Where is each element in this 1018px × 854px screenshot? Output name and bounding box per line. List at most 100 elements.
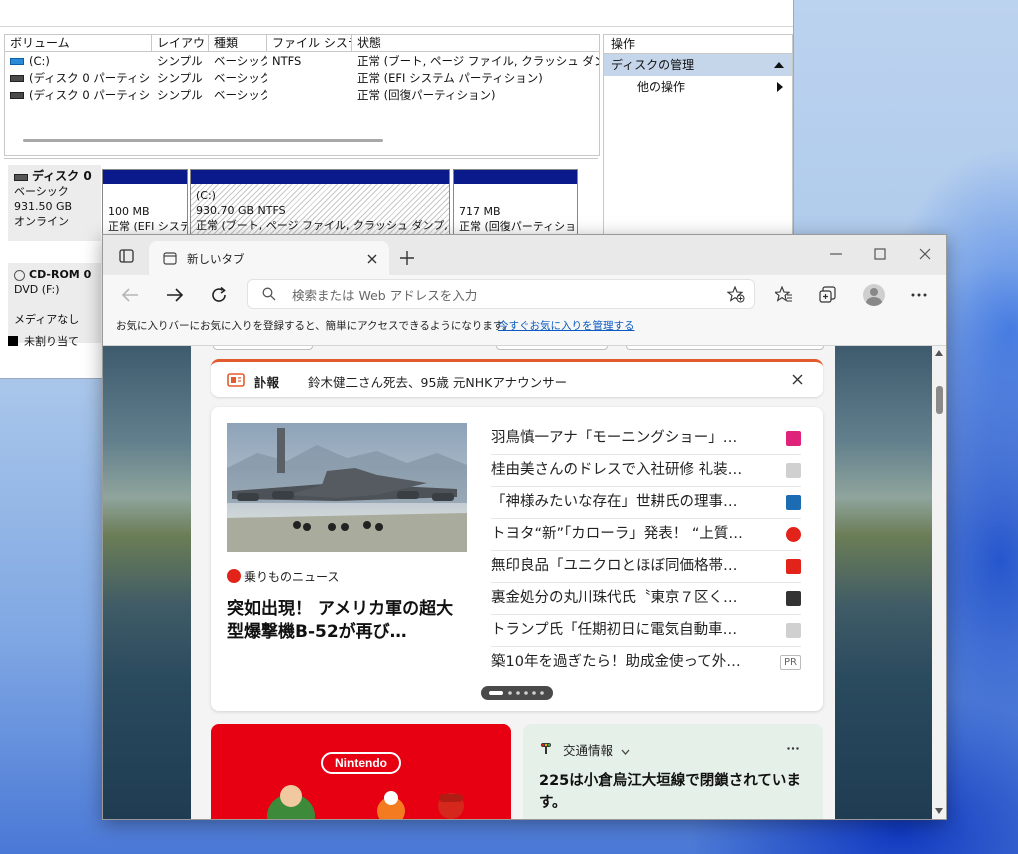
game-characters-image xyxy=(267,785,464,819)
volume-status: 正常 (回復パーティション) xyxy=(357,88,496,102)
actions-header: 操作 xyxy=(604,35,792,54)
refresh-icon[interactable] xyxy=(210,286,228,304)
carousel-pager[interactable] xyxy=(481,686,553,700)
maximize-icon[interactable] xyxy=(873,247,887,261)
favorites-bar: お気に入りバーにお気に入りを登録すると、簡単にアクセスできるようになります。 今… xyxy=(103,315,946,346)
feed-nav-pill[interactable] xyxy=(626,346,824,350)
close-tab-icon[interactable] xyxy=(367,254,377,264)
volume-icon xyxy=(10,75,24,82)
forward-arrow-icon[interactable] xyxy=(166,287,184,303)
partition-recovery[interactable]: 717 MB 正常 (回復パーティション xyxy=(453,169,578,237)
news-feed: 訃報 鈴木健二さん死去、95歳 元NHKアナウンサー 乗りものニュース 突如出現… xyxy=(191,346,835,819)
close-alert-icon[interactable] xyxy=(792,374,803,385)
action-more-actions[interactable]: 他の操作 xyxy=(604,76,792,98)
partition-c[interactable]: (C:) 930.70 GB NTFS 正常 (ブート, ページ ファイル, クラッ… xyxy=(190,169,450,237)
news-list-item[interactable]: 羽鳥慎一アナ「モーニングショー」… xyxy=(491,423,801,455)
column-header-filesystem[interactable]: ファイル システム xyxy=(267,35,352,52)
traffic-header[interactable]: 交通情報 xyxy=(563,740,630,759)
news-title: 無印良品「ユニクロとほぼ同価格帯… xyxy=(491,558,738,574)
news-list-item[interactable]: 裏金処分の丸川珠代氏〝東京７区く… xyxy=(491,583,801,615)
news-title: 築10年を過ぎたら！助成金使って外… xyxy=(491,654,741,670)
source-name: 乗りものニュース xyxy=(244,570,340,584)
feed-nav-pill[interactable] xyxy=(496,346,608,350)
disk-name: ディスク 0 xyxy=(32,169,92,183)
feed-nav-pill[interactable] xyxy=(213,346,313,350)
collapse-up-icon[interactable] xyxy=(774,62,784,68)
publisher-logo-icon xyxy=(786,463,801,478)
scrollbar-thumb[interactable] xyxy=(936,386,943,414)
news-list-item[interactable]: トヨタ“新”「カローラ」発表！ “上質… xyxy=(491,519,801,551)
news-list-item[interactable]: 無印良品「ユニクロとほぼ同価格帯… xyxy=(491,551,801,583)
actions-pane: 操作 ディスクの管理 他の操作 xyxy=(603,34,793,236)
traffic-light-icon xyxy=(541,743,551,754)
address-input[interactable] xyxy=(290,285,714,305)
volume-icon xyxy=(10,92,24,99)
partition-efi[interactable]: 100 MB 正常 (EFI システ xyxy=(102,169,188,237)
profile-avatar[interactable] xyxy=(863,284,885,306)
traffic-header-label: 交通情報 xyxy=(563,743,614,758)
tab-title: 新しいタブ xyxy=(187,252,245,266)
publisher-logo-icon xyxy=(786,623,801,638)
news-title: トヨタ“新”「カローラ」発表！ “上質… xyxy=(491,526,743,542)
top-stories-card: 乗りものニュース 突如出現！ アメリカ軍の超大型爆撃機B-52が再び… 羽鳥慎一… xyxy=(211,407,823,711)
volume-name: (C:) xyxy=(29,54,50,68)
partition-status: 正常 (回復パーティション xyxy=(459,220,577,233)
news-list-item[interactable]: 桂由美さんのドレスで入社研修 礼装… xyxy=(491,455,801,487)
table-row[interactable]: (ディスク 0 パーティション 4) シンプル ベーシック 正常 (回復パーティ… xyxy=(5,87,599,104)
volume-fs xyxy=(267,70,352,87)
action-disk-management[interactable]: ディスクの管理 xyxy=(604,54,792,76)
traffic-text: 225は小倉烏江大垣線で閉鎖されています。 xyxy=(539,773,801,811)
breaking-news-alert[interactable]: 訃報 鈴木健二さん死去、95歳 元NHKアナウンサー xyxy=(211,359,823,397)
publisher-logo-icon xyxy=(786,527,801,542)
favorites-icon[interactable] xyxy=(775,286,793,303)
volume-status: 正常 (EFI システム パーティション) xyxy=(357,71,543,85)
column-header-layout[interactable]: レイアウト xyxy=(152,35,209,52)
traffic-info-card[interactable]: 交通情報 225は小倉烏江大垣線で閉鎖されています。 xyxy=(523,724,823,819)
tab-actions-icon[interactable] xyxy=(119,249,134,263)
new-tab-plus-icon[interactable] xyxy=(400,251,414,265)
volume-layout: シンプル xyxy=(157,88,203,102)
manage-favorites-link[interactable]: 今すぐお気に入りを管理する xyxy=(498,315,635,337)
tab-new-tab[interactable]: 新しいタブ xyxy=(149,241,389,275)
column-header-status[interactable]: 状態 xyxy=(352,35,599,52)
volume-name: (ディスク 0 パーティション 1) xyxy=(29,71,152,85)
column-header-volume[interactable]: ボリューム xyxy=(5,35,152,52)
alert-headline: 鈴木健二さん死去、95歳 元NHKアナウンサー xyxy=(308,375,568,390)
page-scrollbar[interactable] xyxy=(932,346,946,819)
story-source[interactable]: 乗りものニュース xyxy=(227,568,339,585)
collections-icon[interactable] xyxy=(819,286,837,304)
table-row[interactable]: (C:) シンプル ベーシック NTFS 正常 (ブート, ページ ファイル, … xyxy=(5,53,599,70)
close-window-icon[interactable] xyxy=(918,247,932,261)
column-header-type[interactable]: 種類 xyxy=(209,35,267,52)
disk-icon xyxy=(14,173,28,181)
nintendo-promo-card[interactable]: Nintendo xyxy=(211,724,511,819)
cdrom-media: メディアなし xyxy=(14,313,80,326)
disk-state: オンライン xyxy=(14,215,69,228)
table-row[interactable]: (ディスク 0 パーティション 1) シンプル ベーシック 正常 (EFI シス… xyxy=(5,70,599,87)
volume-type: ベーシック xyxy=(214,54,267,68)
back-arrow-icon[interactable] xyxy=(121,287,139,303)
hero-headline[interactable]: 突如出現！ アメリカ軍の超大型爆撃機B-52が再び… xyxy=(227,598,467,644)
volume-type: ベーシック xyxy=(214,88,267,102)
legend-label: 未割り当て xyxy=(24,335,79,348)
cdrom-name: CD-ROM 0 xyxy=(29,268,92,281)
disk-management-toolbar xyxy=(0,0,793,27)
hero-image[interactable] xyxy=(227,423,467,552)
minimize-icon[interactable] xyxy=(829,247,843,261)
scroll-up-icon[interactable] xyxy=(935,350,943,356)
publisher-logo-icon xyxy=(786,431,801,446)
tab-page-icon xyxy=(163,252,177,265)
horizontal-scrollbar[interactable] xyxy=(23,139,383,142)
news-list-item[interactable]: 「神様みたいな存在」世耕氏の理事… xyxy=(491,487,801,519)
more-menu-icon[interactable] xyxy=(911,293,927,297)
news-list-item[interactable]: 築10年を過ぎたら！助成金使って外… PR xyxy=(491,647,801,678)
disk-0-label[interactable]: ディスク 0 ベーシック 931.50 GB オンライン xyxy=(8,165,101,241)
more-options-icon[interactable] xyxy=(787,747,799,750)
address-bar[interactable] xyxy=(247,279,755,309)
pager-dots-icon xyxy=(489,691,544,695)
add-favorite-star-icon[interactable] xyxy=(727,286,745,303)
news-alert-icon xyxy=(227,373,245,387)
news-list-item[interactable]: トランプ氏「任期初日に電気自動車… xyxy=(491,615,801,647)
scroll-down-icon[interactable] xyxy=(935,808,943,814)
cdrom-0-label[interactable]: CD-ROM 0 DVD (F:) メディアなし xyxy=(8,263,101,343)
